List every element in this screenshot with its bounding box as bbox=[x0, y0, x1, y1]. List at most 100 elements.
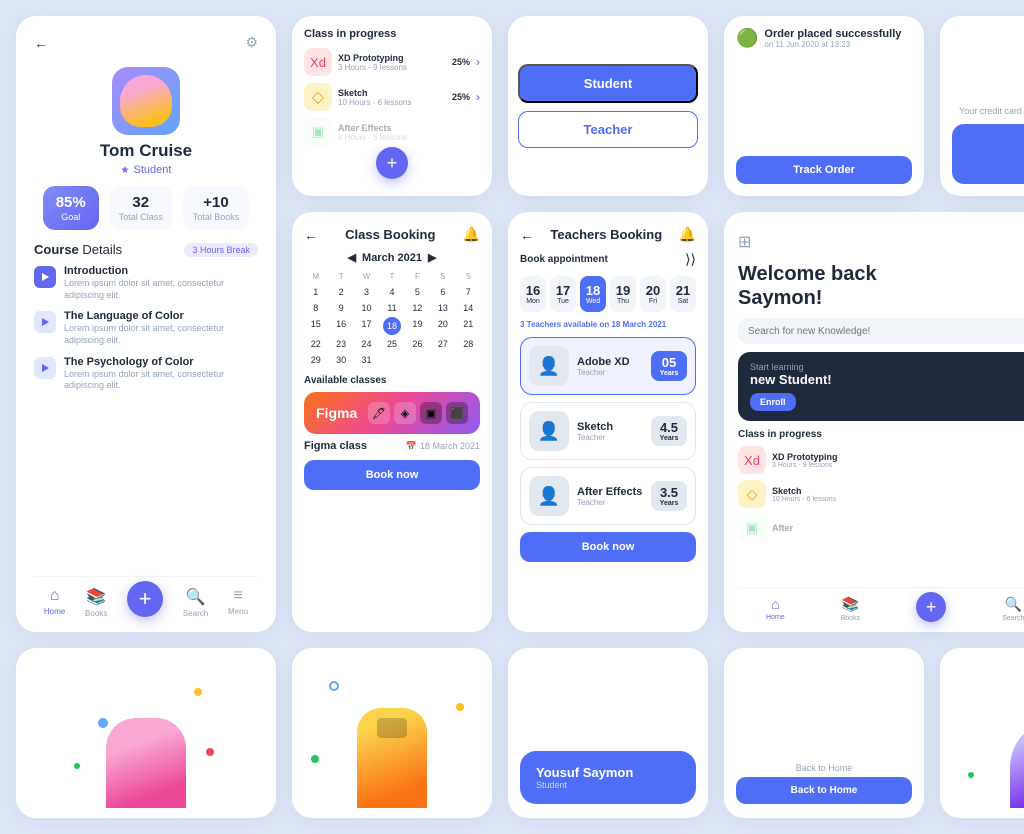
cal-18-today[interactable]: 18 bbox=[383, 317, 401, 335]
bottom-card-4: Back to Home Back to Home bbox=[724, 648, 924, 818]
back-home-label: Back to Home bbox=[736, 763, 912, 773]
progress-fab[interactable]: + bbox=[376, 147, 408, 179]
play-btn-3[interactable] bbox=[34, 357, 56, 379]
class-booking-card: ← Class Booking 🔔 ◀ March 2021 ▶ M T W T… bbox=[292, 212, 492, 632]
cal-16[interactable]: 16 bbox=[329, 317, 352, 335]
fab-button-2[interactable]: + bbox=[916, 592, 946, 622]
cal-hdr-s: S bbox=[431, 270, 454, 283]
bottom-card-2 bbox=[292, 648, 492, 818]
booking-notif-icon[interactable]: 🔔 bbox=[463, 226, 480, 243]
progress-item-other: ▣ After Effects 8 Hours · 5 lessons bbox=[304, 118, 480, 146]
student-button[interactable]: Student bbox=[518, 64, 698, 103]
progress-item-sketch: ◇ Sketch 10 Hours - 6 lessons 25% › bbox=[304, 83, 480, 111]
welcome-nav-books[interactable]: 📚 Books bbox=[841, 596, 860, 622]
course-header: Course Details 3 Hours Break bbox=[34, 242, 258, 257]
cal-13[interactable]: 13 bbox=[431, 301, 454, 315]
date-19[interactable]: 19 Thu bbox=[610, 276, 636, 312]
cal-11[interactable]: 11 bbox=[380, 301, 403, 315]
cal-24[interactable]: 24 bbox=[355, 337, 378, 351]
bottom-order-area: Back to Home Back to Home bbox=[736, 763, 912, 804]
welcome-nav-search[interactable]: 🔍 Search bbox=[1002, 596, 1024, 622]
back-icon[interactable]: ← bbox=[34, 35, 48, 51]
cal-1[interactable]: 1 bbox=[304, 285, 327, 299]
back-home-button[interactable]: Back to Home bbox=[736, 777, 912, 804]
cal-30[interactable]: 30 bbox=[329, 353, 352, 367]
stats-row: 85% Goal 32 Total Class +10 Total Books bbox=[34, 186, 258, 230]
settings-icon[interactable]: ⚙ bbox=[245, 34, 258, 51]
cal-hdr-t: T bbox=[329, 270, 352, 283]
cal-hdr-w: W bbox=[355, 270, 378, 283]
cal-6[interactable]: 6 bbox=[431, 285, 454, 299]
nav-home[interactable]: ⌂ Home bbox=[44, 587, 65, 618]
nav-search[interactable]: 🔍 Search bbox=[183, 587, 208, 618]
figma-class-name-big: Figma bbox=[316, 405, 357, 421]
cal-29[interactable]: 29 bbox=[304, 353, 327, 367]
nav-books[interactable]: 📚 Books bbox=[85, 587, 107, 618]
cal-27[interactable]: 27 bbox=[431, 337, 454, 351]
order-success-card: 🟢 Order placed successfully on 11 Jun 20… bbox=[724, 16, 924, 196]
filter-icon[interactable]: ⟩⟩ bbox=[685, 251, 696, 268]
cal-9[interactable]: 9 bbox=[329, 301, 352, 315]
teachers-back-icon[interactable]: ← bbox=[520, 227, 534, 243]
teacher-avatar-2: 👤 bbox=[529, 411, 569, 451]
search-bar[interactable]: 🔍 bbox=[738, 318, 1024, 344]
cal-28[interactable]: 28 bbox=[457, 337, 480, 351]
cal-8[interactable]: 8 bbox=[304, 301, 327, 315]
cal-26[interactable]: 26 bbox=[406, 337, 429, 351]
teachers-notif-icon[interactable]: 🔔 bbox=[679, 226, 696, 243]
teacher-avatar-3: 👤 bbox=[529, 476, 569, 516]
date-21[interactable]: 21 Sat bbox=[670, 276, 696, 312]
cal-15[interactable]: 15 bbox=[304, 317, 327, 335]
cal-23[interactable]: 23 bbox=[329, 337, 352, 351]
welcome-nav-fab[interactable]: + bbox=[916, 596, 946, 622]
date-20[interactable]: 20 Fri bbox=[640, 276, 666, 312]
play-btn-1[interactable] bbox=[34, 266, 56, 288]
play-btn-2[interactable] bbox=[34, 311, 56, 333]
book-now-button-2[interactable]: Book now bbox=[520, 532, 696, 562]
cal-22[interactable]: 22 bbox=[304, 337, 327, 351]
date-18-active[interactable]: 18 Wed bbox=[580, 276, 606, 312]
teacher-adobe-xd[interactable]: 👤 Adobe XD Teacher 05 Years bbox=[520, 337, 696, 395]
enroll-button[interactable]: Enroll bbox=[750, 393, 796, 411]
fab-button[interactable]: + bbox=[127, 581, 163, 617]
date-17[interactable]: 17 Tue bbox=[550, 276, 576, 312]
cal-5[interactable]: 5 bbox=[406, 285, 429, 299]
course-break-badge: 3 Hours Break bbox=[184, 243, 258, 257]
cal-25[interactable]: 25 bbox=[380, 337, 403, 351]
next-month-btn[interactable]: ▶ bbox=[428, 251, 436, 264]
teacher-years-1: 05 Years bbox=[651, 351, 687, 381]
search-input[interactable] bbox=[748, 326, 1024, 337]
cal-14[interactable]: 14 bbox=[457, 301, 480, 315]
welcome-nav-home[interactable]: ⌂ Home bbox=[766, 596, 785, 622]
book-now-button[interactable]: Book now bbox=[304, 460, 480, 490]
cal-17[interactable]: 17 bbox=[355, 317, 378, 335]
cal-21[interactable]: 21 bbox=[457, 317, 480, 335]
dot-circle-1 bbox=[329, 681, 339, 691]
cal-31[interactable]: 31 bbox=[355, 353, 378, 367]
booking-back-icon[interactable]: ← bbox=[304, 227, 318, 243]
figma-class-card[interactable]: Figma 🖊 ◈ ▣ ⬛ bbox=[304, 392, 480, 434]
cal-19[interactable]: 19 bbox=[406, 317, 429, 335]
teacher-after-effects[interactable]: 👤 After Effects Teacher 3.5 Years bbox=[520, 467, 696, 525]
cal-3[interactable]: 3 bbox=[355, 285, 378, 299]
date-16[interactable]: 16 Mon bbox=[520, 276, 546, 312]
cal-10[interactable]: 10 bbox=[355, 301, 378, 315]
cal-7[interactable]: 7 bbox=[457, 285, 480, 299]
cal-12[interactable]: 12 bbox=[406, 301, 429, 315]
teacher-sketch[interactable]: 👤 Sketch Teacher 4.5 Years bbox=[520, 402, 696, 460]
cal-hdr-m: M bbox=[304, 270, 327, 283]
cal-2[interactable]: 2 bbox=[329, 285, 352, 299]
progress-section-title: Class in progress bbox=[304, 28, 480, 40]
search-icon-3: 🔍 bbox=[1005, 596, 1022, 613]
nav-menu[interactable]: ≡ Menu bbox=[228, 587, 248, 618]
cal-20[interactable]: 20 bbox=[431, 317, 454, 335]
arrow-icon-xd: › bbox=[476, 55, 480, 69]
nav-fab[interactable]: + bbox=[127, 587, 163, 618]
cal-4[interactable]: 4 bbox=[380, 285, 403, 299]
teachers-booking-card: ← Teachers Booking 🔔 Book appointment ⟩⟩… bbox=[508, 212, 708, 632]
prev-month-btn[interactable]: ◀ bbox=[348, 251, 356, 264]
track-order-button[interactable]: Track Order bbox=[736, 156, 912, 184]
order-header: 🟢 Order placed successfully on 11 Jun 20… bbox=[736, 28, 912, 49]
appointment-row: Book appointment ⟩⟩ bbox=[520, 251, 696, 268]
teacher-button[interactable]: Teacher bbox=[518, 111, 698, 148]
